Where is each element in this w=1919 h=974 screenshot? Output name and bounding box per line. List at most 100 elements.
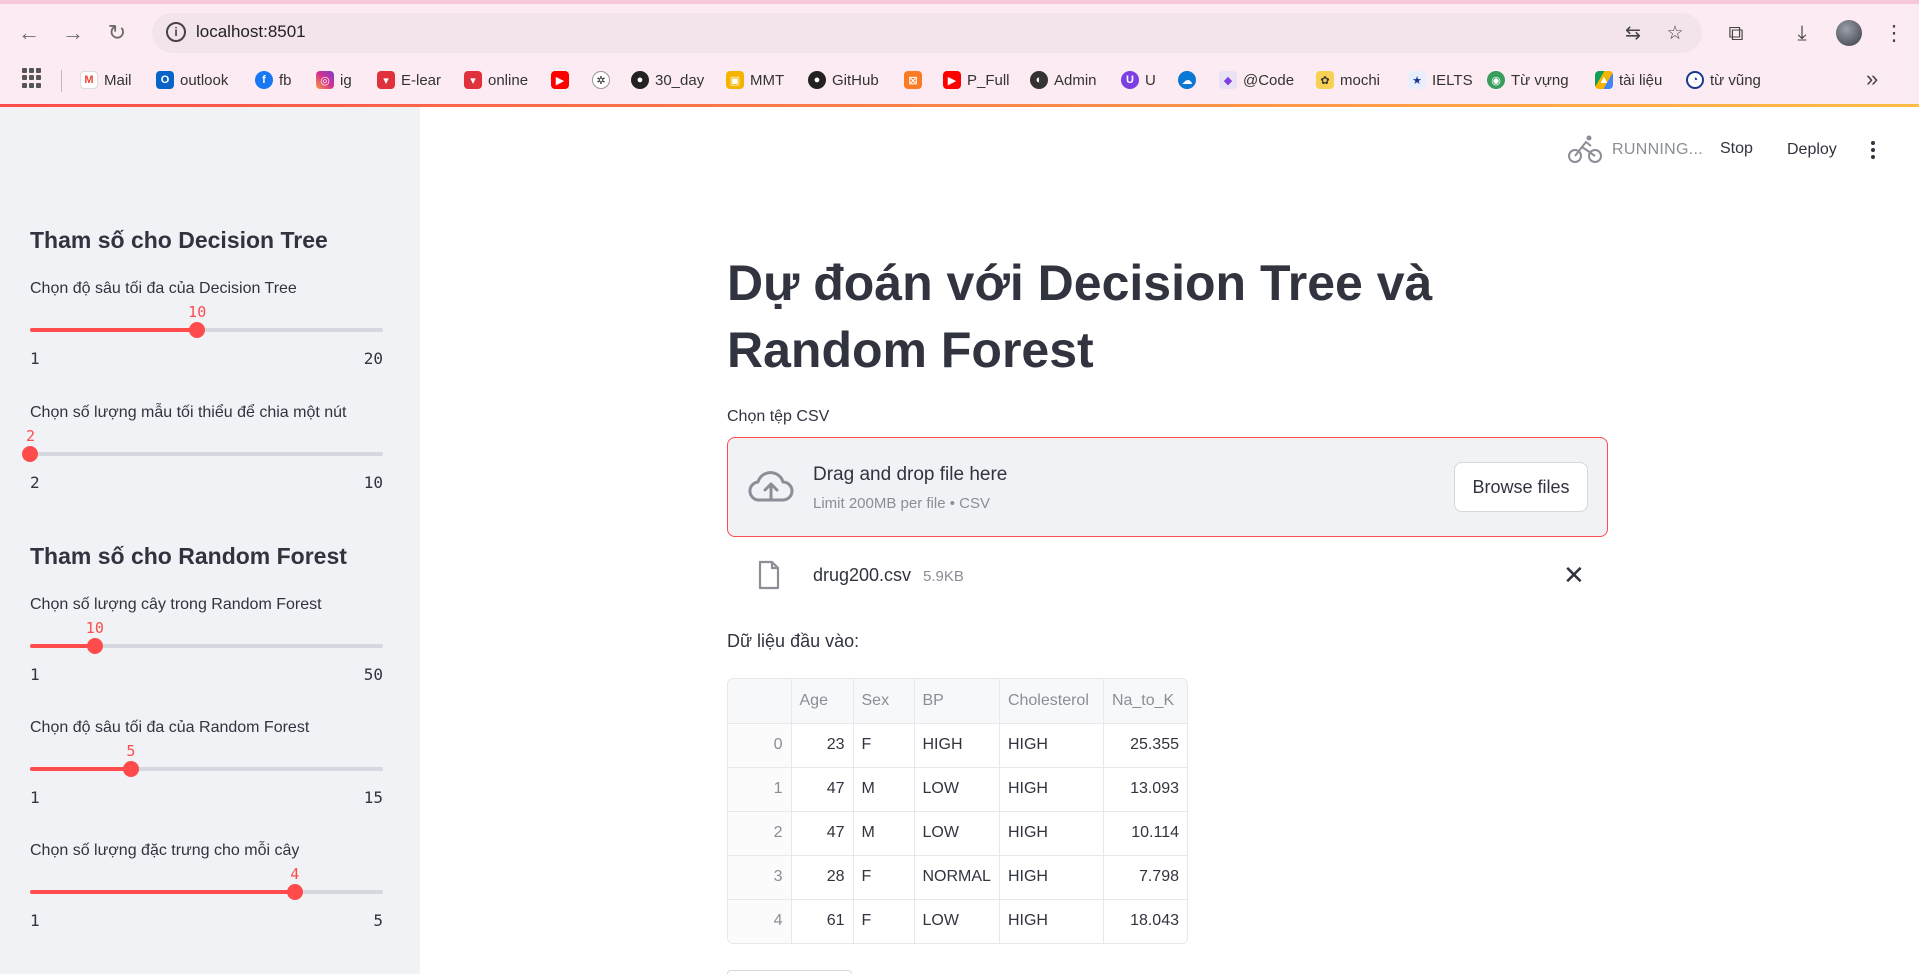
bookmark-github[interactable]: ● GitHub: [808, 68, 879, 92]
slider-thumb[interactable]: [22, 446, 38, 462]
cell-na-to-k[interactable]: 10.114: [1103, 811, 1187, 856]
url-text[interactable]: localhost:8501: [196, 22, 306, 42]
cell-sex[interactable]: F: [853, 899, 915, 943]
bookmark-mmt[interactable]: ▣ MMT: [726, 68, 784, 92]
column-header-cholesterol[interactable]: Cholesterol: [999, 679, 1104, 724]
cell-bp[interactable]: LOW: [914, 899, 1000, 943]
bookmark-u[interactable]: UU: [1121, 68, 1156, 92]
slider-thumb[interactable]: [286, 884, 303, 900]
translate-icon[interactable]: ⇆: [1622, 23, 1644, 45]
address-bar[interactable]: i localhost:8501 ⇆ ☆: [152, 13, 1702, 53]
next-element-edge: [727, 970, 852, 974]
slider-dt-depth[interactable]: 10 1 20: [30, 303, 383, 368]
data-table[interactable]: Age Sex BP Cholesterol Na_to_K 0 23 F HI…: [727, 678, 1188, 944]
deploy-button[interactable]: Deploy: [1787, 141, 1837, 159]
code-icon: ◆: [1219, 71, 1237, 89]
page-title: Dự đoán với Decision Tree và Random Fore…: [727, 255, 1433, 378]
bookmark-ig[interactable]: ◎ ig: [316, 68, 352, 92]
bookmark-fb[interactable]: f fb: [255, 68, 292, 92]
bookmark-code[interactable]: ◆ @Code: [1219, 68, 1294, 92]
slider-rf-features[interactable]: 4 1 5: [30, 865, 383, 930]
table-row: 3 28 F NORMAL HIGH 7.798: [728, 855, 1187, 900]
cell-na-to-k[interactable]: 7.798: [1103, 855, 1187, 900]
bookmark-elear[interactable]: ▾ E-lear: [377, 68, 441, 92]
bookmark-ielts[interactable]: ★ IELTS: [1408, 68, 1473, 92]
bookmark-pfull[interactable]: ▶ P_Full: [943, 68, 1010, 92]
cell-bp[interactable]: LOW: [914, 767, 1000, 812]
cell-age[interactable]: 23: [791, 723, 854, 768]
column-header-age[interactable]: Age: [791, 679, 854, 724]
slider-min: 1: [30, 911, 40, 930]
cell-cholesterol[interactable]: HIGH: [999, 811, 1104, 856]
slider-fill: [30, 890, 295, 894]
column-header-sex[interactable]: Sex: [853, 679, 915, 724]
input-data-label: Dữ liệu đầu vào:: [727, 631, 860, 651]
running-icon: [1568, 135, 1602, 163]
slider-value: 4: [290, 865, 300, 883]
cell-bp[interactable]: HIGH: [914, 723, 1000, 768]
info-icon[interactable]: i: [166, 22, 186, 42]
star-icon[interactable]: ☆: [1664, 23, 1686, 45]
cell-sex[interactable]: M: [853, 811, 915, 856]
bookmark-tu-vung-2[interactable]: ◔ từ vũng: [1686, 68, 1761, 92]
slider-rf-trees[interactable]: 10 1 50: [30, 619, 383, 684]
bookmark-mochi[interactable]: ✿ mochi: [1316, 68, 1380, 92]
cell-bp[interactable]: NORMAL: [914, 855, 1000, 900]
bookmark-online[interactable]: ▾ online: [464, 68, 528, 92]
bookmarks-more-icon[interactable]: »: [1866, 66, 1878, 92]
cell-sex[interactable]: F: [853, 855, 915, 900]
bookmark-tu-vung[interactable]: ◉ Từ vựng: [1487, 68, 1569, 92]
slider-thumb[interactable]: [86, 638, 103, 654]
cell-na-to-k[interactable]: 18.043: [1103, 899, 1187, 943]
extensions-icon[interactable]: ⧉: [1722, 20, 1750, 48]
cell-cholesterol[interactable]: HIGH: [999, 767, 1104, 812]
reload-icon[interactable]: ↻: [104, 20, 130, 46]
slider-rf-depth[interactable]: 5 1 15: [30, 742, 383, 807]
forward-icon[interactable]: →: [60, 20, 86, 46]
cell-sex[interactable]: M: [853, 767, 915, 812]
cell-age[interactable]: 47: [791, 767, 854, 812]
decision-tree-heading: Tham số cho Decision Tree: [30, 227, 328, 253]
cell-age[interactable]: 47: [791, 811, 854, 856]
cell-cholesterol[interactable]: HIGH: [999, 723, 1104, 768]
bookmark-xampp[interactable]: ⊠: [904, 68, 928, 92]
bookmark-30day[interactable]: ● 30_day: [631, 68, 704, 92]
slider-thumb[interactable]: [189, 322, 206, 338]
bookmark-tai-lieu[interactable]: ▲ tài liệu: [1595, 68, 1662, 92]
cell-bp[interactable]: LOW: [914, 811, 1000, 856]
cell-na-to-k[interactable]: 25.355: [1103, 723, 1187, 768]
slider-track[interactable]: [30, 452, 383, 456]
row-index: 3: [728, 855, 792, 900]
back-icon[interactable]: ←: [16, 20, 42, 46]
drive-icon: ▲: [1595, 71, 1613, 89]
column-header-na-to-k[interactable]: Na_to_K: [1103, 679, 1187, 724]
slider-min-split[interactable]: 2 2 10: [22, 427, 383, 492]
instagram-icon: ◎: [316, 71, 334, 89]
stop-button[interactable]: Stop: [1720, 140, 1753, 158]
cell-cholesterol[interactable]: HIGH: [999, 899, 1104, 943]
bookmark-admin[interactable]: ◐ Admin: [1030, 68, 1097, 92]
bookmark-outlook[interactable]: Ooutlook: [156, 68, 228, 92]
cell-cholesterol[interactable]: HIGH: [999, 855, 1104, 900]
bookmark-chatgpt[interactable]: ✲: [592, 68, 616, 92]
slider-label-rf-features: Chọn số lượng đặc trưng cho mỗi cây: [30, 842, 300, 859]
download-icon[interactable]: ⤓: [1788, 20, 1816, 48]
column-header-bp[interactable]: BP: [914, 679, 1000, 724]
bookmark-onedrive[interactable]: ☁: [1178, 68, 1202, 92]
close-icon[interactable]: ✕: [1563, 560, 1585, 591]
kebab-menu-icon[interactable]: [1864, 137, 1882, 163]
slider-thumb[interactable]: [122, 761, 139, 777]
cell-age[interactable]: 61: [791, 899, 854, 943]
cell-sex[interactable]: F: [853, 723, 915, 768]
slider-min: 1: [30, 665, 40, 684]
cell-age[interactable]: 28: [791, 855, 854, 900]
table-row: 2 47 M LOW HIGH 10.114: [728, 811, 1187, 856]
bookmark-mail[interactable]: M Mail: [80, 68, 132, 92]
bookmark-youtube[interactable]: ▶: [551, 68, 575, 92]
profile-avatar[interactable]: [1836, 20, 1862, 46]
cell-na-to-k[interactable]: 13.093: [1103, 767, 1187, 812]
file-dropzone[interactable]: Drag and drop file here Limit 200MB per …: [727, 437, 1608, 537]
column-header-index[interactable]: [728, 679, 792, 724]
browser-menu-icon[interactable]: ⋮: [1880, 20, 1908, 48]
browse-files-button[interactable]: Browse files: [1454, 462, 1588, 512]
